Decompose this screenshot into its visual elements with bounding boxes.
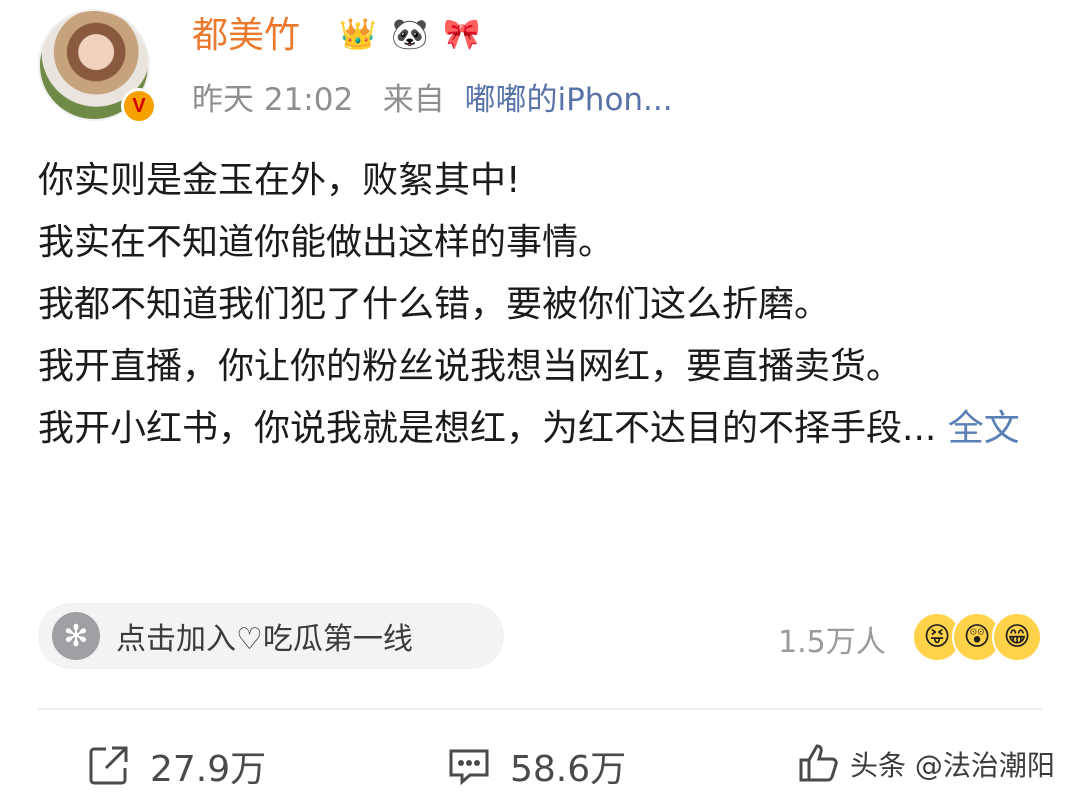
topic-join-button[interactable]: ✻ 点击加入♡吃瓜第一线: [38, 603, 504, 669]
post-line: 你实则是金玉在外，败絮其中!: [38, 160, 521, 201]
post-line: 我都不知道我们犯了什么错，要被你们这么折磨。: [38, 284, 831, 325]
post-time: 昨天 21:02: [192, 82, 354, 118]
divider: [38, 708, 1042, 710]
melon-icon: ✻: [52, 612, 100, 660]
user-badges: 👑 🐼 🎀: [336, 12, 484, 56]
repost-count: 27.9万: [150, 749, 267, 790]
post-line: 我开小红书，你说我就是想红，为红不达目的不择手段...: [38, 408, 937, 449]
ribbon-badge-icon[interactable]: 🎀: [440, 12, 484, 56]
comment-icon: [449, 749, 489, 786]
topic-label: 点击加入♡吃瓜第一线: [116, 622, 413, 657]
post-body: 你实则是金玉在外，败絮其中! 我实在不知道你能做出这样的事情。 我都不知道我们犯…: [38, 150, 1048, 460]
post-meta: 昨天 21:02 来自 嘟嘟的iPhon...: [192, 80, 673, 120]
reaction-emojis: 😝 😲 😁: [912, 612, 1042, 662]
comment-count: 58.6万: [510, 749, 627, 790]
verified-mark: V: [132, 94, 146, 117]
repost-icon: [89, 746, 128, 785]
full-text-link[interactable]: 全文: [948, 408, 1020, 449]
crown-badge-icon[interactable]: 👑: [336, 12, 380, 56]
post-line: 我实在不知道你能做出这样的事情。: [38, 222, 615, 263]
verified-badge-icon: V: [121, 88, 157, 124]
comment-button[interactable]: 58.6万: [446, 740, 626, 792]
post-line: 我开直播，你让你的粉丝说我想当网红，要直播卖货。: [38, 346, 903, 387]
grin-emoji-icon: 😁: [992, 612, 1042, 662]
watermark: 头条 @法治潮阳: [844, 742, 1061, 786]
participant-count: 1.5万人: [778, 625, 886, 660]
source-prefix: 来自: [382, 82, 445, 118]
post-line-last: 我开小红书，你说我就是想红，为红不达目的不择手段... 全文: [38, 398, 1048, 460]
post-source[interactable]: 嘟嘟的iPhon...: [464, 82, 672, 118]
thumbs-up-icon: [799, 744, 838, 782]
panda-badge-icon[interactable]: 🐼: [388, 12, 432, 56]
username[interactable]: 都美竹: [192, 14, 300, 58]
repost-button[interactable]: 27.9万: [86, 740, 266, 792]
